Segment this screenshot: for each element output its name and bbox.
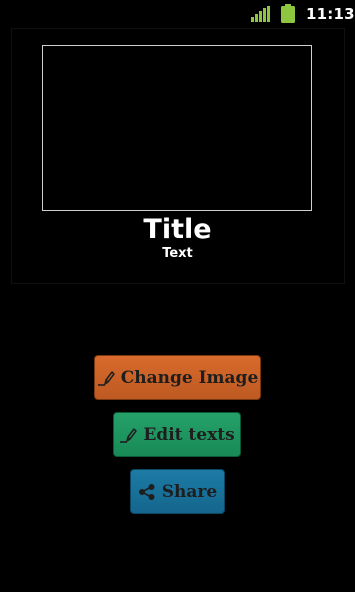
- edit-texts-label: Edit texts: [143, 424, 235, 445]
- pencil-icon: [97, 370, 115, 386]
- share-button[interactable]: Share: [130, 469, 225, 514]
- status-bar: 11:13: [0, 0, 355, 28]
- change-image-button[interactable]: Change Image: [94, 355, 261, 400]
- card-subtitle: Text: [162, 246, 193, 261]
- card-title: Title: [143, 214, 212, 245]
- change-image-label: Change Image: [120, 367, 259, 388]
- edit-texts-button[interactable]: Edit texts: [113, 412, 241, 457]
- pencil-icon: [119, 427, 138, 443]
- status-time: 11:13: [306, 5, 355, 23]
- share-icon: [138, 483, 156, 501]
- battery-icon: [281, 4, 295, 23]
- signal-bars-icon: [251, 6, 270, 22]
- share-label: Share: [161, 481, 218, 502]
- image-placeholder: [42, 45, 312, 211]
